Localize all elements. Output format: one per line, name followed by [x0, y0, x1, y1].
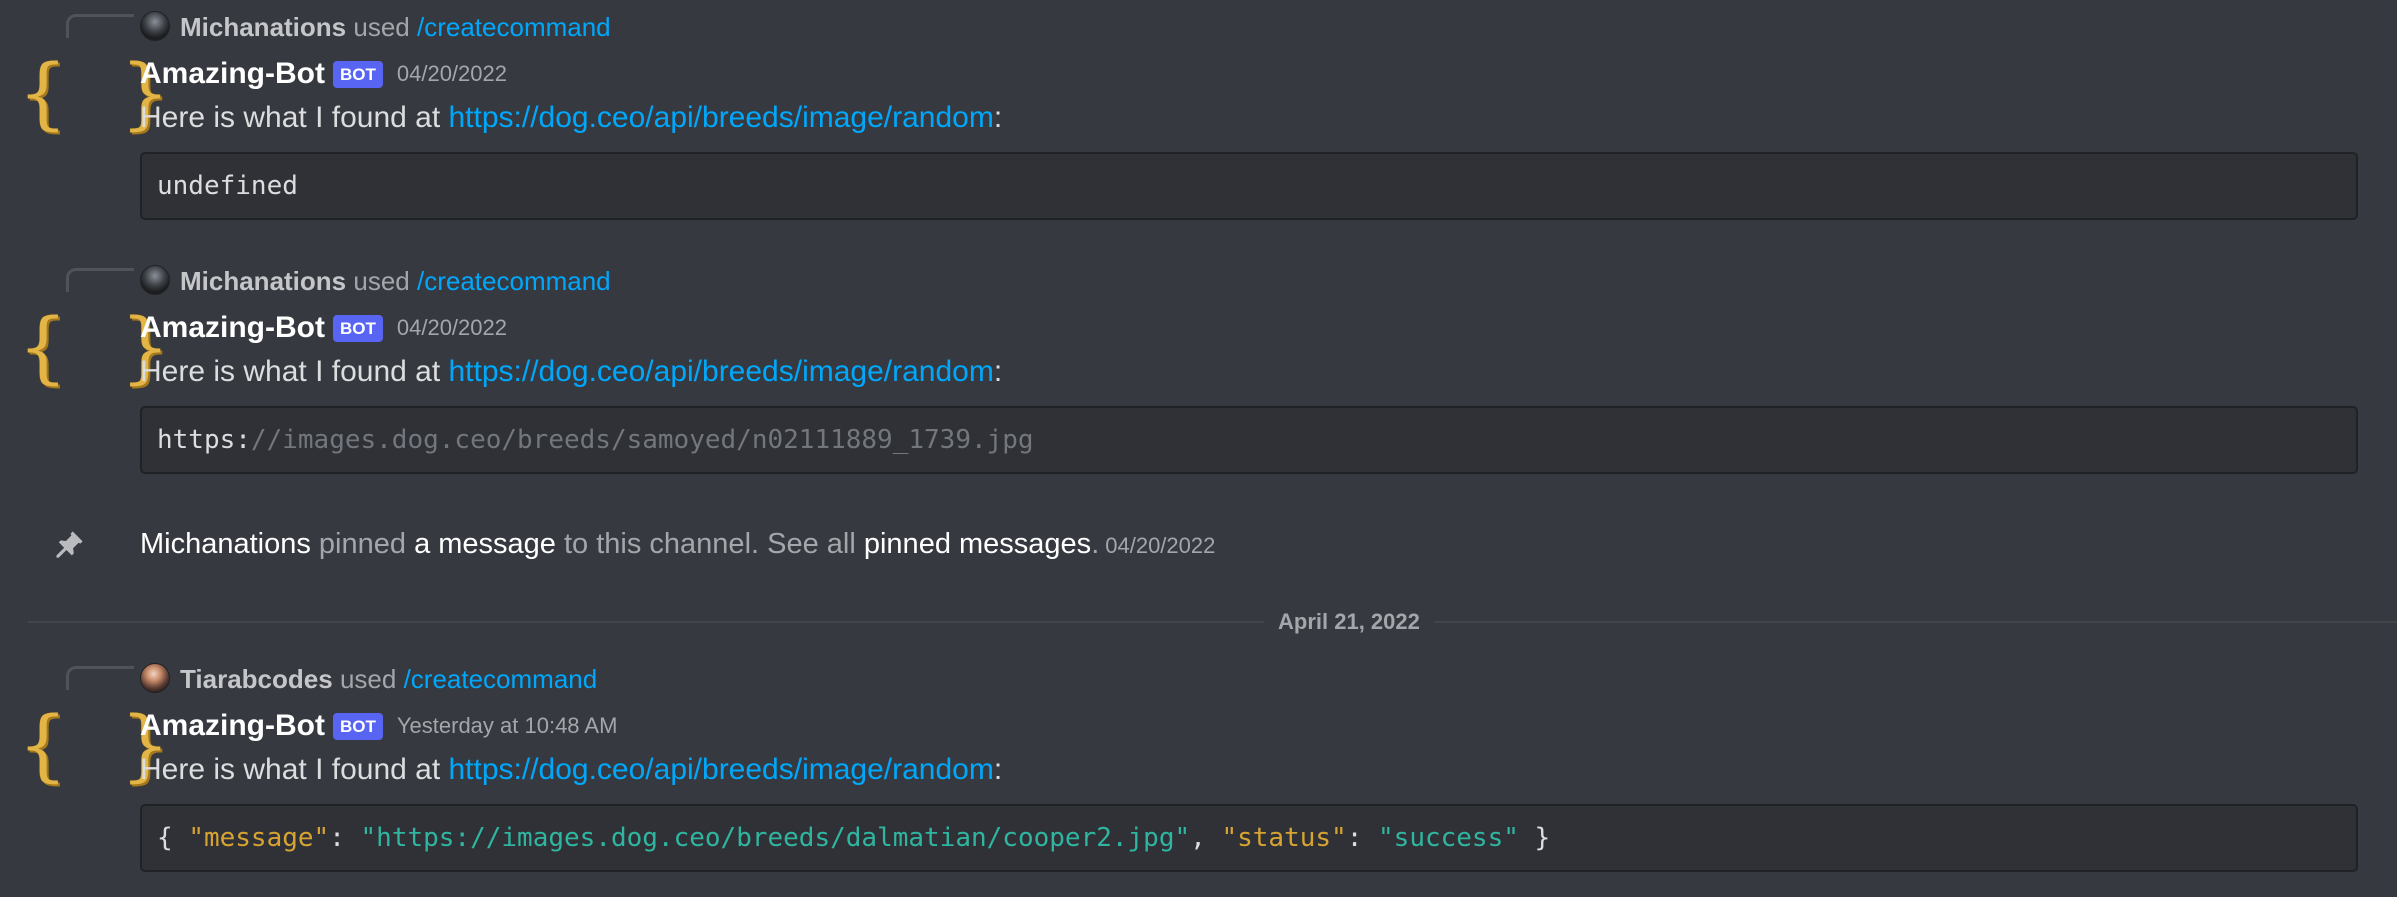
pinned-messages-link[interactable]: pinned messages [864, 528, 1091, 560]
bot-avatar-curly-braces-icon[interactable]: { } [18, 308, 170, 388]
json-value-message: "https://images.dog.ceo/breeds/dalmatian… [360, 823, 1191, 853]
reply-reference[interactable]: Michanations used /createcommand [0, 254, 2397, 298]
reply-username[interactable]: Michanations [180, 266, 346, 296]
date-divider-label: April 21, 2022 [1264, 607, 1434, 637]
message-content: Here is what I found at https://dog.ceo/… [140, 354, 1002, 390]
reply-reference[interactable]: Tiarabcodes used /createcommand [0, 652, 2397, 696]
bot-tag: BOT [332, 712, 383, 740]
reply-avatar[interactable] [140, 265, 170, 295]
reply-text: Michanations used /createcommand [180, 12, 611, 42]
content-link[interactable]: https://dog.ceo/api/breeds/image/random [449, 355, 994, 388]
reply-username[interactable]: Michanations [180, 12, 346, 42]
code-text: undefined [157, 171, 298, 201]
reply-used-label: used [339, 664, 397, 694]
pin-verb: pinned [310, 528, 415, 560]
content-prefix: Here is what I found at [140, 753, 449, 786]
reply-command[interactable]: /createcommand [404, 664, 598, 694]
reply-reference[interactable]: Michanations used /createcommand [0, 0, 2397, 44]
reply-command[interactable]: /createcommand [417, 12, 611, 42]
pin-timestamp[interactable]: 04/20/2022 [1105, 533, 1215, 558]
reply-text: Tiarabcodes used /createcommand [180, 664, 597, 694]
content-prefix: Here is what I found at [140, 355, 449, 388]
reply-text: Michanations used /createcommand [180, 266, 611, 296]
json-key-message: "message" [188, 823, 330, 853]
code-block-json: { "message": "https://images.dog.ceo/bre… [140, 804, 2358, 872]
reply-used-label: used [353, 12, 410, 42]
reply-spine [66, 268, 134, 292]
content-suffix: : [993, 355, 1003, 388]
content-link[interactable]: https://dog.ceo/api/breeds/image/random [449, 753, 994, 786]
date-divider-line [28, 621, 2397, 623]
pinned-message-link[interactable]: a message [414, 528, 556, 560]
content-prefix: Here is what I found at [140, 101, 449, 134]
json-colon: : [329, 823, 361, 853]
message-header: Amazing-Bot BOT 04/20/2022 [140, 310, 507, 346]
code-block: https://images.dog.ceo/breeds/samoyed/n0… [140, 406, 2358, 474]
bot-avatar-curly-braces-icon[interactable]: { } [18, 54, 170, 134]
timestamp[interactable]: 04/20/2022 [397, 61, 507, 86]
reply-avatar[interactable] [140, 663, 170, 693]
bot-tag: BOT [332, 60, 383, 88]
reply-command[interactable]: /createcommand [417, 266, 611, 296]
content-suffix: : [993, 101, 1003, 134]
content-suffix: : [993, 753, 1003, 786]
bot-tag: BOT [332, 314, 383, 342]
code-block: undefined [140, 152, 2358, 220]
author-name[interactable]: Amazing-Bot [140, 709, 325, 742]
code-scheme: https: [157, 425, 251, 455]
json-comma: , [1190, 823, 1222, 853]
reply-username[interactable]: Tiarabcodes [180, 664, 333, 694]
message-header: Amazing-Bot BOT 04/20/2022 [140, 56, 507, 92]
message-content: Here is what I found at https://dog.ceo/… [140, 100, 1002, 136]
message-2: Michanations used /createcommand { } Ama… [0, 254, 2397, 484]
json-close-brace: } [1518, 823, 1551, 853]
timestamp[interactable]: Yesterday at 10:48 AM [397, 713, 618, 738]
author-name[interactable]: Amazing-Bot [140, 311, 325, 344]
message-3: Tiarabcodes used /createcommand { } Amaz… [0, 652, 2397, 892]
timestamp[interactable]: 04/20/2022 [397, 315, 507, 340]
code-comment: //images.dog.ceo/breeds/samoyed/n0211188… [250, 425, 1034, 455]
reply-used-label: used [353, 266, 410, 296]
author-name[interactable]: Amazing-Bot [140, 57, 325, 90]
pin-system-message: Michanations pinned a message to this ch… [140, 526, 1215, 564]
pin-end: . [1091, 528, 1100, 560]
json-value-status: "success" [1378, 823, 1519, 853]
message-content: Here is what I found at https://dog.ceo/… [140, 752, 1002, 788]
reply-avatar[interactable] [140, 11, 170, 41]
message-header: Amazing-Bot BOT Yesterday at 10:48 AM [140, 708, 617, 744]
reply-spine [66, 666, 134, 690]
reply-spine [66, 14, 134, 38]
json-open-brace: { [157, 823, 189, 853]
pin-mid-text: to this channel. See all [555, 528, 864, 560]
pin-icon [52, 528, 86, 562]
content-link[interactable]: https://dog.ceo/api/breeds/image/random [449, 101, 994, 134]
json-colon: : [1346, 823, 1379, 853]
bot-avatar-curly-braces-icon[interactable]: { } [18, 706, 170, 786]
message-1: Michanations used /createcommand { } Ama… [0, 0, 2397, 230]
pin-username[interactable]: Michanations [140, 528, 311, 560]
json-key-status: "status" [1221, 823, 1347, 853]
